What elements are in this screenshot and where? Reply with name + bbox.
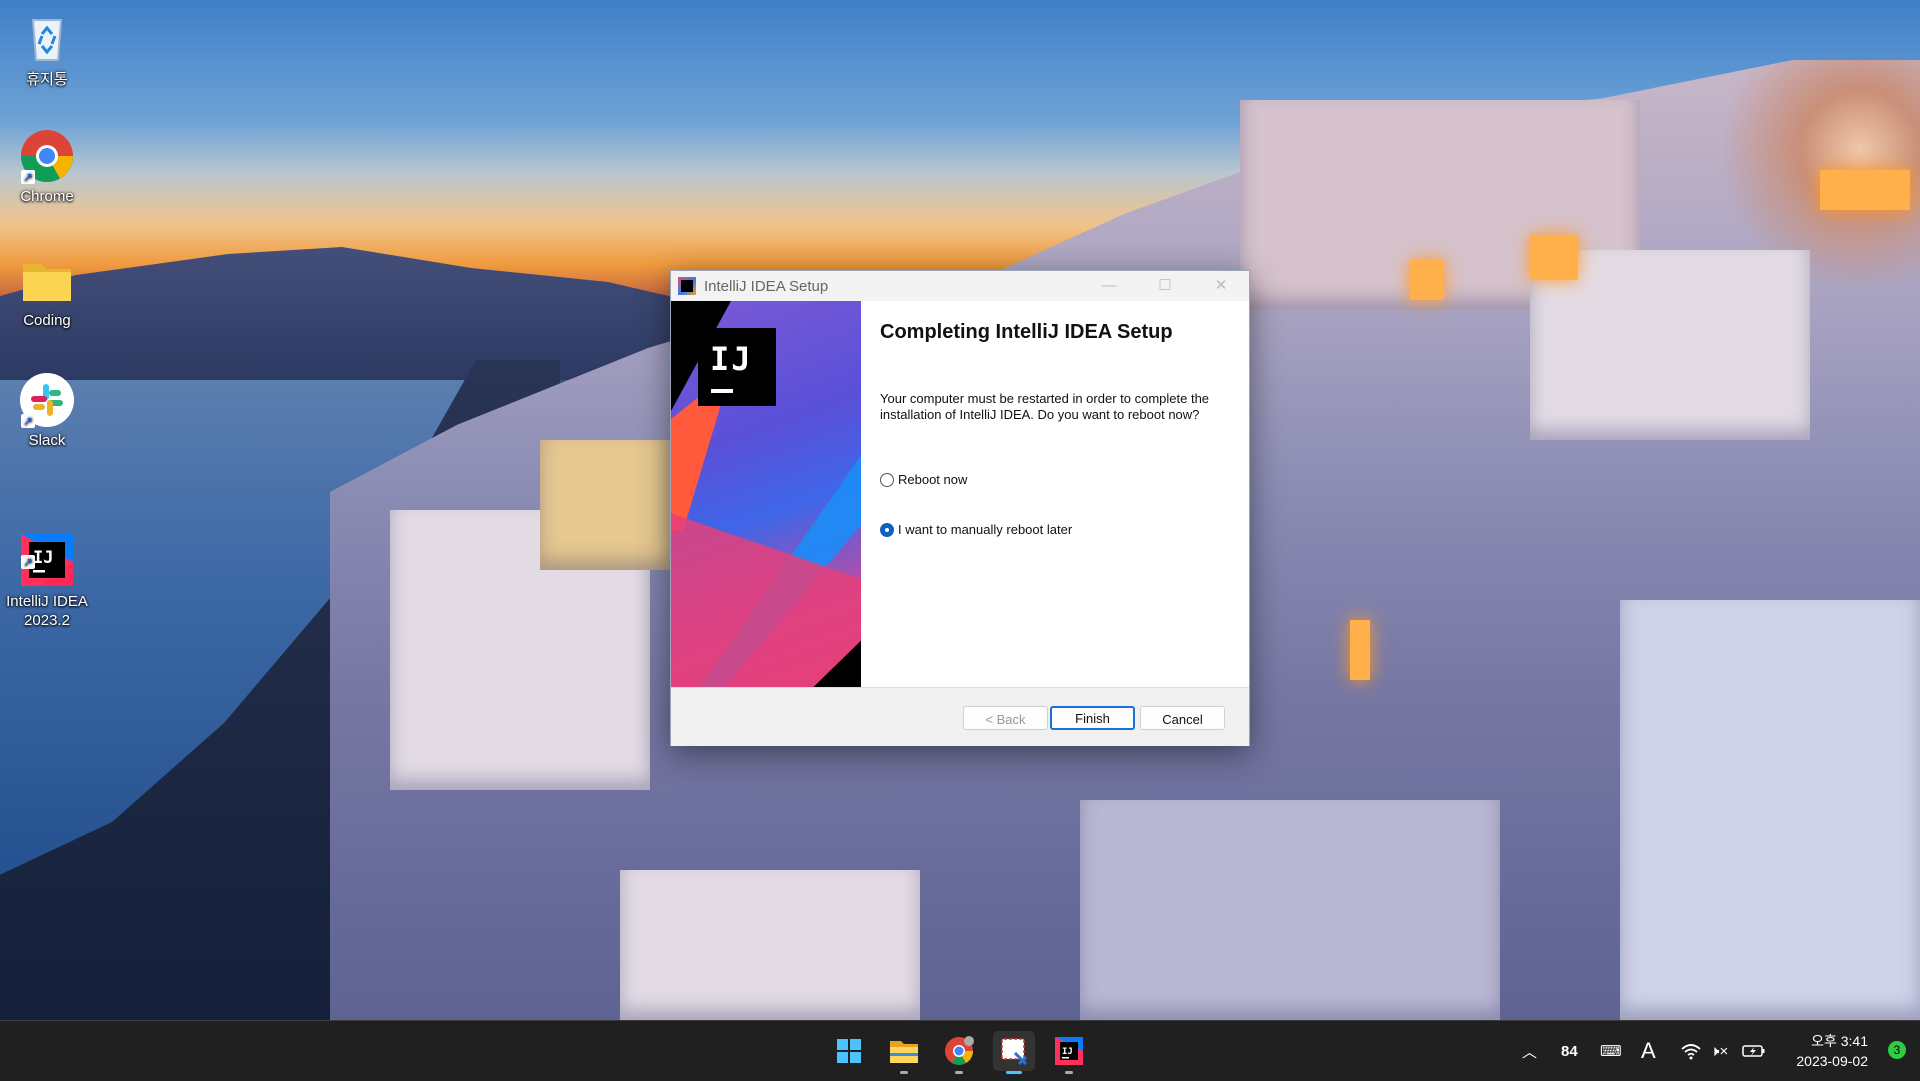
slack-icon: ↗ [19, 372, 75, 428]
folder-icon [19, 252, 75, 308]
taskbar-snipping-tool[interactable] [993, 1031, 1035, 1074]
desktop-icon-label: 휴지통 [26, 71, 68, 88]
keyboard-icon: ⌨ [1600, 1043, 1622, 1060]
desktop-icon-coding-folder[interactable]: Coding [6, 252, 88, 329]
option-label: Reboot now [898, 472, 968, 487]
page-heading: Completing IntelliJ IDEA Setup [880, 321, 1173, 343]
dialog-body: IJ Completing IntelliJ IDEA Setup Your c… [671, 301, 1249, 687]
wallpaper-window-light [1820, 170, 1910, 210]
chrome-icon [945, 1036, 974, 1065]
dialog-titlebar[interactable]: IntelliJ IDEA Setup — ☐ ✕ [671, 271, 1249, 301]
taskbar-clock[interactable]: 오후 3:41 2023-09-02 [1796, 1031, 1868, 1071]
wallpaper-building [1080, 800, 1500, 1020]
touch-keyboard-button[interactable]: ⌨ [1600, 1021, 1622, 1081]
option-label: I want to manually reboot later [898, 522, 1073, 537]
intellij-banner-graphic: IJ [671, 301, 861, 687]
taskbar-chrome[interactable] [938, 1031, 980, 1074]
shortcut-arrow-icon: ↗ [21, 555, 35, 569]
start-icon [837, 1039, 861, 1063]
ime-mode: A [1641, 1038, 1656, 1063]
radio-reboot-later[interactable] [880, 522, 894, 537]
restart-message: Your computer must be restarted in order… [880, 391, 1210, 422]
wallpaper-building [620, 870, 920, 1020]
svg-text:IJ: IJ [1062, 1047, 1073, 1057]
setup-dialog: IntelliJ IDEA Setup — ☐ ✕ IJ Completing … [670, 270, 1250, 746]
show-hidden-icons-button[interactable]: ︿ [1522, 1021, 1537, 1081]
recycle-bin-icon [19, 8, 75, 64]
desktop-icon-label: Coding [23, 312, 71, 329]
speaker-muted-icon: 🕨× [1710, 1042, 1729, 1060]
chevron-up-icon: ︿ [1522, 1043, 1538, 1061]
shortcut-arrow-icon: ↗ [21, 414, 35, 428]
cancel-button[interactable]: Cancel [1140, 706, 1225, 730]
volume-button[interactable]: 🕨× [1710, 1021, 1728, 1081]
wallpaper-window-light [1410, 260, 1444, 300]
svg-text:IJ: IJ [33, 548, 53, 568]
file-explorer-icon [890, 1041, 918, 1063]
shortcut-arrow-icon: ↗ [21, 170, 35, 184]
notification-badge[interactable]: 3 [1888, 1041, 1906, 1059]
network-button[interactable] [1680, 1021, 1702, 1081]
taskbar: IJ ︿ 84 ⌨ A 🕨× 오후 3:41 2023-09-02 3 [0, 1020, 1920, 1081]
option-reboot-later[interactable]: I want to manually reboot later [880, 522, 1072, 537]
desktop-icon-slack[interactable]: ↗ Slack [6, 372, 88, 449]
taskbar-file-explorer[interactable] [883, 1031, 925, 1074]
chrome-icon: ↗ [19, 128, 75, 184]
snipping-tool-icon [1001, 1038, 1028, 1066]
desktop-icon-chrome[interactable]: ↗ Chrome [6, 128, 88, 205]
maximize-button[interactable]: ☐ [1137, 271, 1193, 301]
weather-widget[interactable]: 84 [1561, 1021, 1578, 1081]
clock-time: 오후 3:41 [1811, 1033, 1868, 1049]
intellij-icon: IJ ↗ [19, 513, 75, 586]
battery-charging-icon [1742, 1045, 1765, 1057]
dialog-title: IntelliJ IDEA Setup [704, 277, 829, 295]
minimize-button[interactable]: — [1081, 271, 1137, 301]
desktop-icon-label: IntelliJ IDEA 2023.2 [6, 593, 88, 629]
ime-indicator[interactable]: A [1641, 1021, 1656, 1081]
intellij-icon: IJ [1055, 1037, 1083, 1065]
intellij-setup-app-icon [678, 277, 696, 295]
wifi-icon [1681, 1044, 1701, 1060]
weather-value: 84 [1561, 1042, 1578, 1060]
intellij-logo: IJ [698, 328, 776, 406]
taskbar-intellij[interactable]: IJ [1048, 1031, 1090, 1074]
desktop-icon-label: Slack [28, 432, 66, 449]
wallpaper-building [540, 440, 670, 570]
close-button[interactable]: ✕ [1193, 271, 1249, 301]
clock-date: 2023-09-02 [1796, 1053, 1868, 1069]
battery-button[interactable] [1742, 1021, 1766, 1081]
wallpaper-window-light [1350, 620, 1370, 680]
logo-text: IJ [710, 340, 753, 378]
finish-button[interactable]: Finish [1050, 706, 1135, 730]
back-button[interactable]: < Back [963, 706, 1048, 730]
wallpaper-window-light [1530, 235, 1578, 280]
option-reboot-now[interactable]: Reboot now [880, 472, 967, 487]
desktop-icon-label: Chrome [20, 188, 74, 205]
dialog-footer: < Back Finish Cancel [671, 687, 1249, 746]
wallpaper-building [1620, 600, 1920, 1020]
start-button[interactable] [828, 1031, 870, 1071]
desktop-icon-recycle-bin[interactable]: 휴지통 [6, 8, 88, 89]
desktop-icon-intellij[interactable]: IJ ↗ IntelliJ IDEA 2023.2 [6, 494, 88, 649]
radio-reboot-now[interactable] [880, 472, 894, 487]
